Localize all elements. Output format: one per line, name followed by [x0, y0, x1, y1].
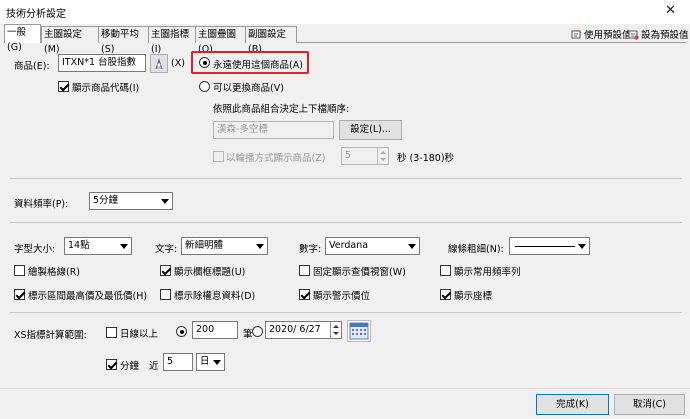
bars-unit-label: 筆 — [243, 329, 253, 340]
changeable-radio[interactable] — [199, 81, 210, 92]
cancel-button[interactable]: 取消(C) — [614, 394, 685, 415]
line-width-label: 線條粗細(N): — [448, 244, 504, 255]
search-icon — [155, 58, 163, 70]
chevron-down-icon — [161, 199, 169, 204]
mark-dividend-label: 標示除權息資料(D) — [174, 291, 256, 302]
product-input[interactable]: ITXN*1 台股指數近月 — [58, 54, 146, 72]
product-x-label: (X) — [171, 58, 185, 69]
rotate-spinner[interactable] — [377, 148, 388, 164]
use-default-icon — [571, 28, 582, 38]
font-size-label: 字型大小: — [14, 244, 56, 255]
draw-grid-checkbox[interactable] — [14, 265, 25, 276]
rotate-seconds-input[interactable]: 5 — [341, 147, 389, 165]
show-code-label: 顯示商品代碼(I) — [72, 83, 140, 94]
tab-main-overlay[interactable]: 主圖疊圖(O) — [195, 26, 246, 55]
seconds-label: 秒 (3-180)秒 — [397, 153, 455, 164]
fixed-quote-window-checkbox[interactable] — [299, 265, 310, 276]
product-search-button[interactable] — [150, 54, 168, 73]
line-sample — [515, 246, 575, 247]
divider — [10, 312, 682, 313]
line-width-select[interactable] — [509, 237, 590, 255]
mark-high-low-checkbox[interactable] — [14, 289, 25, 300]
tab-main-chart[interactable]: 主圖設定(M) — [41, 26, 99, 55]
days-above-checkbox[interactable] — [106, 327, 117, 338]
settings-button[interactable]: 設定(L)... — [339, 120, 402, 140]
xs-range-label: XS指標計算範圍: — [14, 330, 87, 341]
set-default-link[interactable]: 設為預設值 — [628, 27, 689, 41]
show-alert-price-checkbox[interactable] — [299, 289, 310, 300]
digit-font-label: 數字: — [299, 244, 322, 255]
text-font-select[interactable]: 新細明體 — [181, 237, 268, 255]
tab-general[interactable]: 一般(G) — [4, 24, 41, 53]
show-frequency-bar-checkbox[interactable] — [440, 265, 451, 276]
near-label: 近 — [149, 361, 159, 372]
mark-high-low-label: 標示區間最高價及最低價(H) — [28, 291, 148, 302]
chevron-down-icon — [120, 244, 128, 249]
divider — [10, 178, 682, 179]
show-frame-title-checkbox[interactable] — [160, 265, 171, 276]
show-frequency-bar-label: 顯示常用頻率列 — [454, 267, 521, 278]
chevron-down-icon — [408, 244, 416, 249]
use-default-link[interactable]: 使用預設值 — [571, 27, 632, 41]
minute-label: 分鐘 — [120, 361, 140, 372]
date-radio[interactable] — [252, 326, 263, 337]
mark-dividend-checkbox[interactable] — [160, 289, 171, 300]
tab-sub-chart[interactable]: 副圖設定(B) — [245, 26, 297, 55]
window-title: 技術分析設定 — [6, 9, 66, 20]
close-icon[interactable]: ✕ — [665, 3, 676, 18]
tab-moving-average[interactable]: 移動平均(S) — [98, 26, 149, 55]
title-bar: 技術分析設定 ✕ — [0, 0, 690, 24]
days-above-label: 日線以上 — [120, 329, 159, 340]
fixed-quote-window-label: 固定顯示查價視窗(W) — [313, 267, 406, 278]
bars-input[interactable]: 200 — [192, 321, 238, 339]
product-label: 商品(E): — [14, 61, 50, 72]
show-coordinates-label: 顯示座標 — [454, 291, 493, 302]
digit-font-select[interactable]: Verdana — [325, 237, 420, 255]
minute-checkbox[interactable] — [106, 359, 117, 370]
always-use-label: 永遠使用這個商品(A) — [213, 60, 303, 71]
frequency-select[interactable]: 5分鐘 — [89, 192, 173, 210]
chevron-down-icon — [256, 244, 264, 249]
set-default-icon — [628, 30, 639, 40]
spinner-arrows-icon — [333, 325, 339, 335]
chevron-down-icon — [213, 360, 221, 365]
show-coordinates-checkbox[interactable] — [440, 289, 451, 300]
date-spinner[interactable] — [330, 322, 341, 338]
footer-divider — [0, 388, 690, 389]
divider — [10, 222, 682, 223]
show-frame-title-label: 顯示欄框標題(U) — [174, 267, 246, 278]
frequency-label: 資料頻率(P): — [14, 199, 69, 210]
calendar-button[interactable] — [347, 320, 371, 342]
calendar-icon — [349, 322, 369, 340]
order-hint-label: 依照此商品組合決定上下檔順序: — [213, 104, 350, 115]
text-font-label: 文字: — [155, 244, 178, 255]
near-days-input[interactable]: 5 — [163, 353, 193, 371]
ok-button[interactable]: 完成(K) — [536, 394, 609, 415]
date-input[interactable]: 2020/ 6/27 — [265, 321, 342, 339]
bars-radio[interactable] — [176, 326, 187, 337]
combo-input[interactable]: 漢森-多空標 — [213, 121, 334, 139]
rotate-checkbox[interactable] — [213, 151, 224, 162]
tab-main-indicator[interactable]: 主圖指標(I) — [148, 26, 196, 55]
near-unit-select[interactable]: 日 — [196, 353, 225, 371]
show-alert-price-label: 顯示警示價位 — [313, 291, 371, 302]
show-code-checkbox[interactable] — [58, 81, 69, 92]
changeable-label: 可以更換商品(V) — [213, 83, 284, 94]
chevron-down-icon — [578, 244, 586, 249]
spinner-arrows-icon — [380, 151, 386, 161]
draw-grid-label: 繪製格線(R) — [28, 267, 81, 278]
always-use-radio[interactable] — [199, 57, 210, 68]
rotate-label: 以輪播方式顯示商品(Z) — [226, 153, 326, 164]
font-size-select[interactable]: 14點 — [64, 237, 132, 255]
